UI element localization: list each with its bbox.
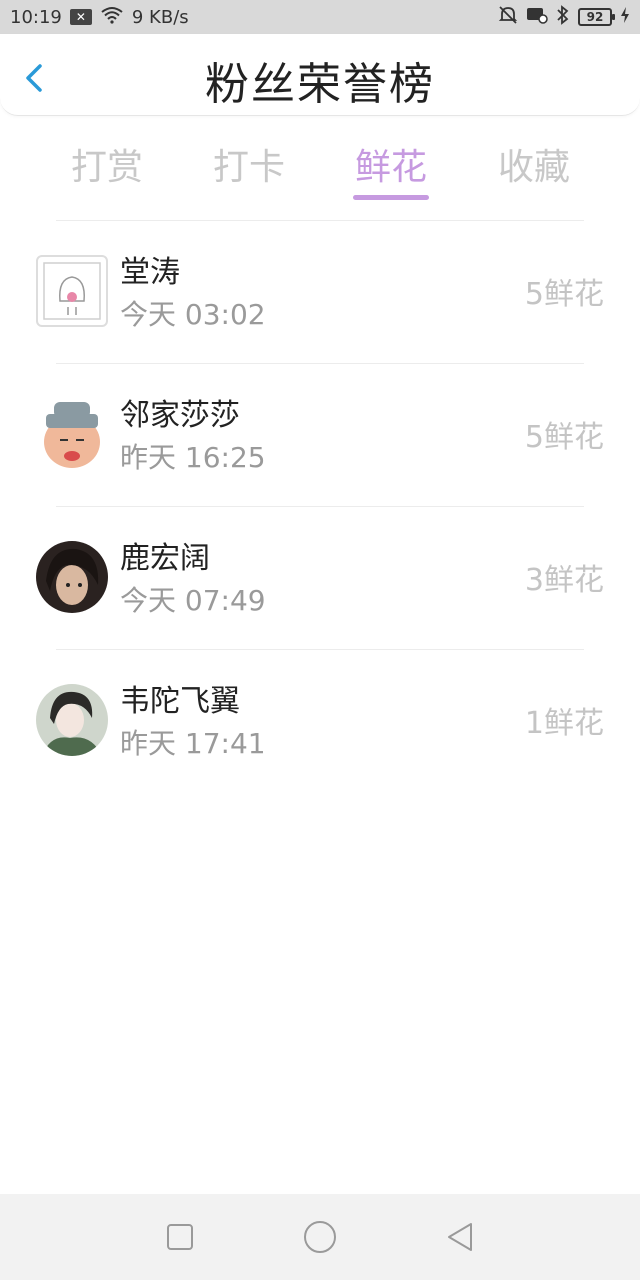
network-speed: 9 KB/s <box>131 6 189 28</box>
tab-checkin[interactable]: 打卡 <box>189 138 309 198</box>
fan-name: 堂涛 <box>120 255 180 290</box>
recent-apps-button[interactable] <box>158 1215 202 1259</box>
fan-time: 昨天 16:25 <box>120 441 266 474</box>
battery-level: 92 <box>586 10 604 24</box>
fan-time: 昨天 17:41 <box>120 727 266 760</box>
charging-icon <box>620 6 630 29</box>
status-bar: 10:19 ✕ 9 KB/s 92 <box>0 0 640 34</box>
triangle-back-icon <box>448 1223 472 1251</box>
page-title: 粉丝荣誉榜 <box>205 59 435 110</box>
message-icon <box>526 6 548 29</box>
tab-favorites[interactable]: 收藏 <box>474 138 594 198</box>
wifi-icon <box>100 6 124 28</box>
tab-indicator <box>353 195 429 200</box>
status-right: 92 <box>498 4 630 30</box>
status-left: 10:19 ✕ 9 KB/s <box>10 6 189 28</box>
navigation-bar <box>0 1194 640 1280</box>
tab-flowers[interactable]: 鲜花 <box>331 138 451 200</box>
tab-label: 打卡 <box>212 147 285 188</box>
list-item[interactable]: 邻家莎莎 昨天 16:25 5鲜花 <box>0 364 640 506</box>
list-item[interactable]: 韦陀飞翼 昨天 17:41 1鲜花 <box>0 650 640 792</box>
flower-count: 3鲜花 <box>524 563 604 598</box>
tab-label: 打赏 <box>70 147 143 188</box>
list-item[interactable]: 堂涛 今天 03:02 5鲜花 <box>0 221 640 363</box>
avatar <box>36 398 108 470</box>
battery-icon: 92 <box>578 8 615 26</box>
avatar <box>36 684 108 756</box>
fan-name: 韦陀飞翼 <box>120 684 240 719</box>
circle-icon <box>304 1221 336 1253</box>
system-back-button[interactable] <box>438 1215 482 1259</box>
tab-label: 收藏 <box>497 147 570 188</box>
fan-list: 堂涛 今天 03:02 5鲜花 邻家莎莎 昨天 16:25 5鲜花 鹿宏阔 今天… <box>0 220 640 792</box>
flower-count: 5鲜花 <box>524 420 604 455</box>
x-box-icon: ✕ <box>69 9 92 25</box>
fan-name: 邻家莎莎 <box>120 398 240 433</box>
avatar <box>36 255 108 327</box>
bluetooth-icon <box>556 4 570 30</box>
fan-time: 今天 03:02 <box>120 298 266 331</box>
list-item[interactable]: 鹿宏阔 今天 07:49 3鲜花 <box>0 507 640 649</box>
bell-muted-icon <box>498 5 518 30</box>
fan-name: 鹿宏阔 <box>120 541 210 576</box>
tab-reward[interactable]: 打赏 <box>47 138 167 198</box>
flower-count: 5鲜花 <box>524 277 604 312</box>
home-button[interactable] <box>298 1215 342 1259</box>
tab-label: 鲜花 <box>354 147 427 188</box>
fan-time: 今天 07:49 <box>120 584 266 617</box>
tab-bar: 打赏 打卡 鲜花 收藏 <box>0 130 640 210</box>
square-icon <box>167 1224 193 1250</box>
status-time: 10:19 <box>10 6 62 28</box>
header: 粉丝荣誉榜 <box>0 34 640 116</box>
flower-count: 1鲜花 <box>524 706 604 741</box>
avatar <box>36 541 108 613</box>
